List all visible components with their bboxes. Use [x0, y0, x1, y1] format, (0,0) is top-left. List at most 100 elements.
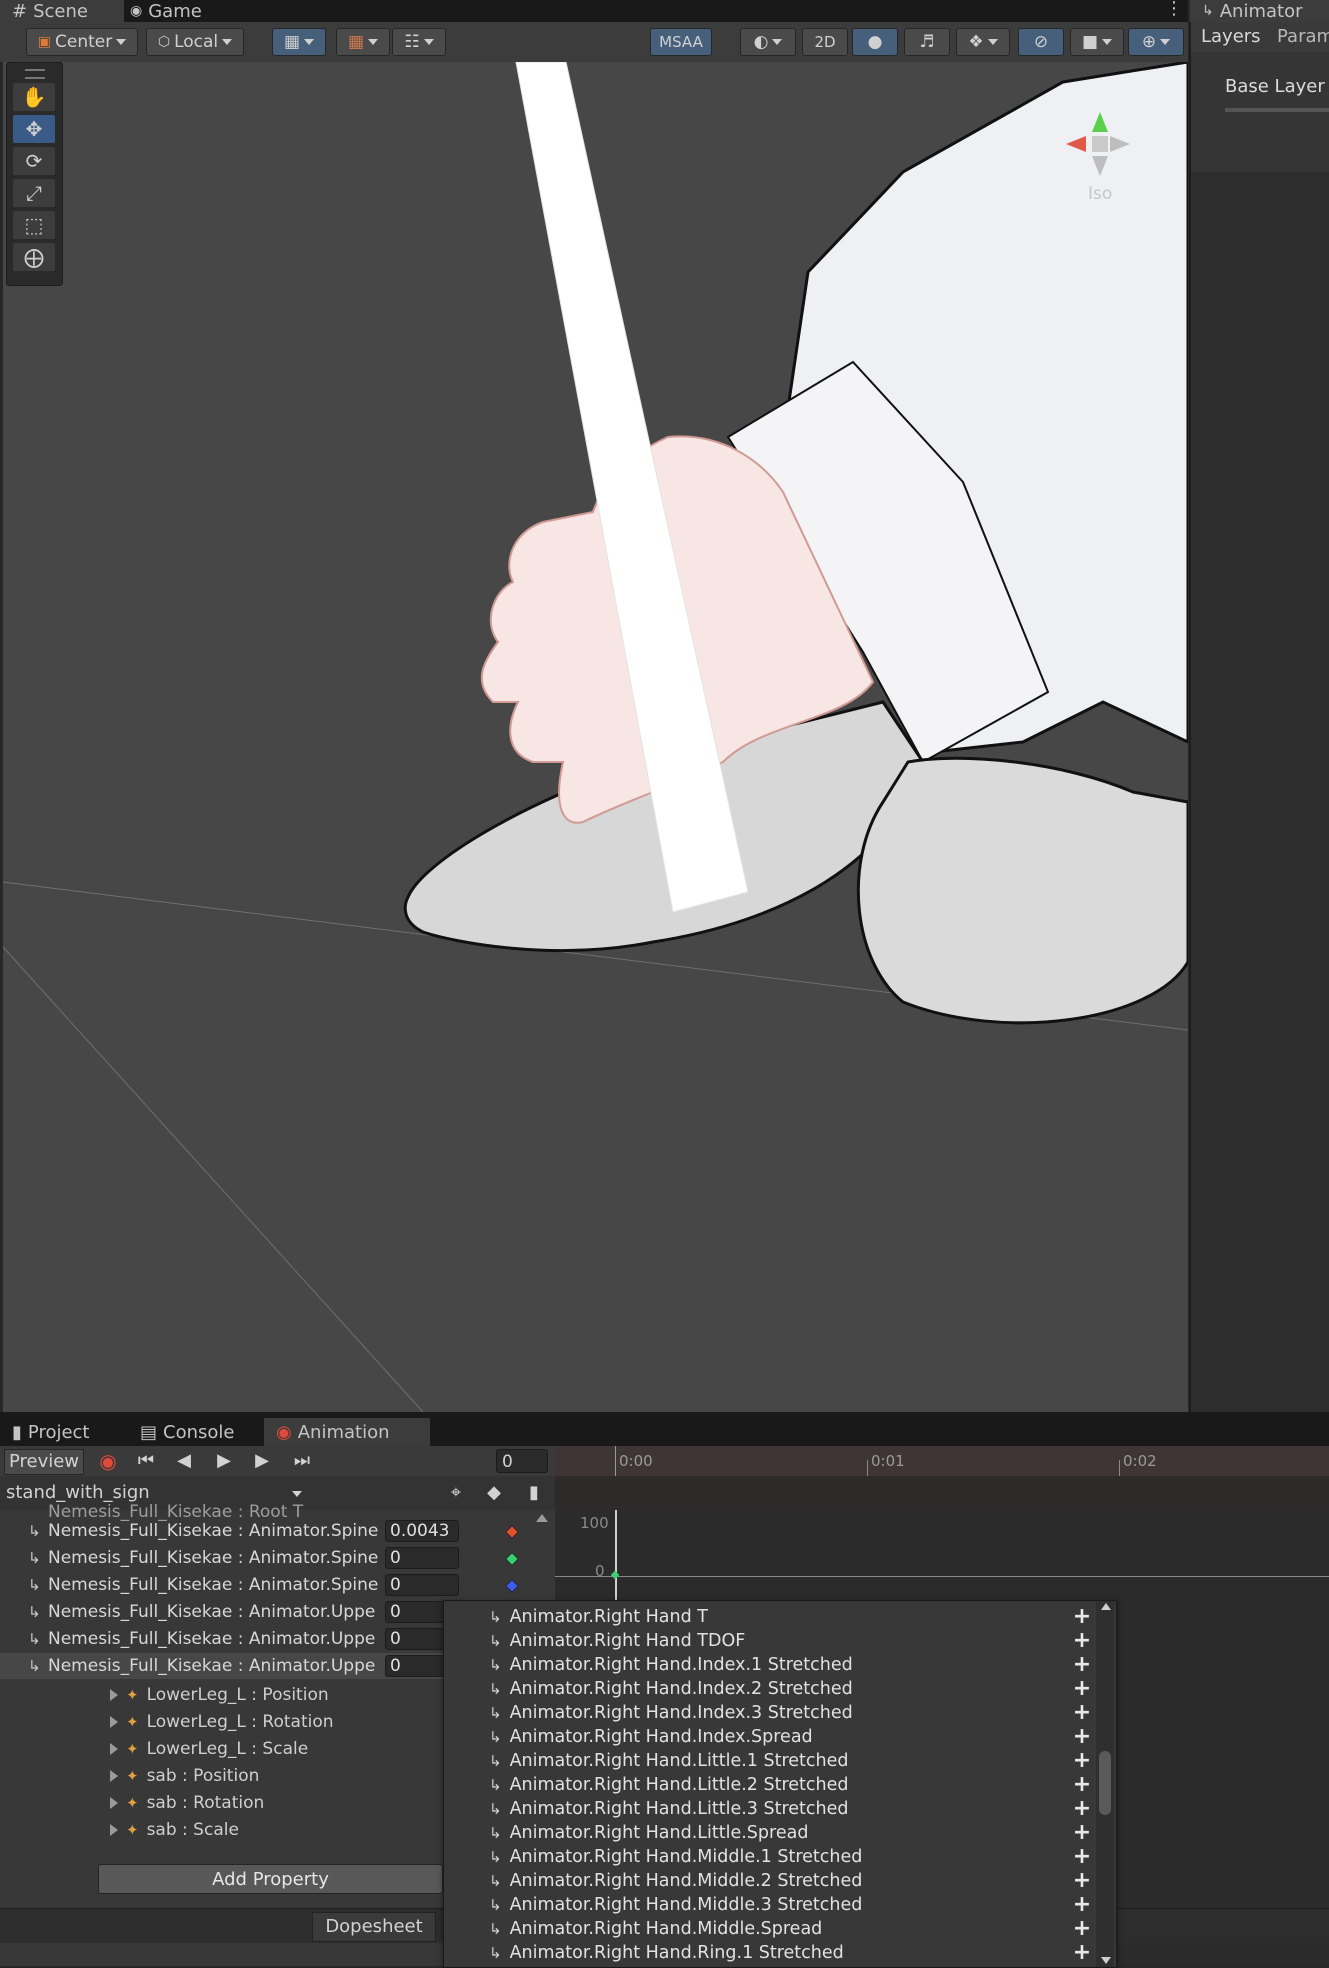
sub-property-row[interactable]: ✦ sab : Scale [110, 1817, 239, 1843]
curve-key[interactable] [610, 1570, 620, 1580]
tab-animator[interactable]: ↳ Animator [1190, 0, 1329, 22]
grid-visibility-toggle[interactable]: ▦ [336, 28, 390, 56]
property-value-field[interactable]: 0 [385, 1547, 459, 1569]
scene-viewport[interactable]: Iso [3, 62, 1188, 1412]
layer-item-base[interactable]: Base Layer [1225, 76, 1325, 97]
add-curve-button[interactable]: + [1072, 1893, 1092, 1917]
expand-arrow-icon[interactable] [110, 1716, 118, 1728]
filter-by-selection-button[interactable]: ⌖ [440, 1480, 472, 1506]
add-curve-button[interactable]: + [1072, 1725, 1092, 1749]
keyframe-icon[interactable] [504, 1551, 520, 1567]
expand-arrow-icon[interactable] [110, 1689, 118, 1701]
add-curve-button[interactable]: + [1072, 1701, 1092, 1725]
keyframe-icon[interactable] [504, 1524, 520, 1540]
dopesheet-button[interactable]: Dopesheet [312, 1912, 436, 1942]
tab-game[interactable]: ◉ Game [118, 0, 242, 22]
add-keyframe-button[interactable]: ◆ [478, 1480, 510, 1506]
expand-arrow-icon[interactable] [110, 1797, 118, 1809]
sub-property-row[interactable]: ✦ sab : Rotation [110, 1790, 264, 1816]
add-curve-button[interactable]: + [1072, 1605, 1092, 1629]
tab-parameters[interactable]: Param [1277, 26, 1329, 47]
last-keyframe-button[interactable]: ⏭ [288, 1449, 316, 1473]
shading-mode-dropdown[interactable]: ◐ [740, 28, 796, 56]
move-tool-button[interactable]: ✥ [13, 115, 55, 143]
dropdown-item[interactable]: ↳ Animator.Right Hand.Middle.1 Stretched [489, 1845, 862, 1869]
dropdown-item[interactable]: ↳ Animator.Right Hand.Little.Spread [489, 1821, 808, 1845]
add-event-button[interactable]: ▮ [518, 1480, 550, 1506]
pivot-space-dropdown[interactable]: ⬡ Local [146, 28, 244, 56]
add-curve-button[interactable]: + [1072, 1749, 1092, 1773]
tab-layers[interactable]: Layers [1201, 26, 1261, 47]
orientation-gizmo[interactable]: Iso [1058, 102, 1138, 212]
dropdown-item[interactable]: ↳ Animator.Right Hand.Little.1 Stretched [489, 1749, 849, 1773]
gizmos-dropdown[interactable]: ⊕ [1128, 28, 1184, 56]
scroll-down-icon[interactable] [1101, 1957, 1111, 1964]
dropdown-item[interactable]: ↳ Animator.Right Hand.Index.3 Stretched [489, 1701, 853, 1725]
add-curve-button[interactable]: + [1072, 1653, 1092, 1677]
tab-scene[interactable]: # Scene [0, 0, 124, 22]
keyframe-icon[interactable] [504, 1578, 520, 1594]
first-keyframe-button[interactable]: ⏮ [132, 1449, 160, 1473]
dropdown-item[interactable]: ↳ Animator.Right Hand.Ring.1 Stretched [489, 1941, 844, 1965]
add-curve-button[interactable]: + [1072, 1629, 1092, 1653]
dropdown-scrollbar[interactable] [1096, 1601, 1114, 1967]
add-property-button[interactable]: Add Property [98, 1864, 443, 1894]
add-curve-button[interactable]: + [1072, 1845, 1092, 1869]
property-value-field[interactable]: 0 [385, 1574, 459, 1596]
lighting-toggle[interactable]: ● [852, 28, 898, 56]
add-curve-button[interactable]: + [1072, 1941, 1092, 1965]
scale-tool-button[interactable]: ⤢ [13, 179, 55, 207]
dropdown-item[interactable]: ↳ Animator.Right Hand.Middle.3 Stretched [489, 1893, 862, 1917]
sub-property-row[interactable]: ✦ LowerLeg_L : Scale [110, 1736, 308, 1762]
tab-animation[interactable]: ◉ Animation [264, 1418, 430, 1446]
grid-snap-toggle[interactable]: ▦ [272, 28, 326, 56]
add-curve-button[interactable]: + [1072, 1773, 1092, 1797]
dropdown-item[interactable]: ↳ Animator.Right Hand.Little.3 Stretched [489, 1797, 849, 1821]
audio-toggle[interactable]: ♬ [904, 28, 950, 56]
pivot-mode-dropdown[interactable]: ▣ Center [26, 28, 138, 56]
sub-property-row[interactable]: ✦ LowerLeg_L : Rotation [110, 1709, 334, 1735]
dropdown-item[interactable]: ↳ Animator.Right Hand.Little.2 Stretched [489, 1773, 849, 1797]
dropdown-item[interactable]: ↳ Animator.Right Hand.Index.2 Stretched [489, 1677, 853, 1701]
property-row[interactable]: ↳ Nemesis_Full_Kisekae : Animator.Spine 0 [0, 1545, 545, 1571]
more-options-icon[interactable]: ⋮ [1164, 0, 1184, 22]
timeline-ruler[interactable]: 0:00 0:01 0:02 [555, 1446, 1329, 1476]
palette-drag-handle[interactable] [25, 69, 45, 79]
tab-console[interactable]: ▤ Console [128, 1418, 272, 1446]
next-keyframe-button[interactable]: ▶ [248, 1449, 276, 1473]
add-curve-button[interactable]: + [1072, 1677, 1092, 1701]
expand-arrow-icon[interactable] [110, 1743, 118, 1755]
msaa-toggle[interactable]: MSAA [650, 28, 712, 56]
preview-toggle[interactable]: Preview [4, 1449, 84, 1475]
playhead[interactable] [615, 1510, 617, 1600]
property-row[interactable]: ↳ Nemesis_Full_Kisekae : Animator.Spine 0 [0, 1572, 545, 1598]
dropdown-item[interactable]: ↳ Animator.Right Hand.Index.Spread [489, 1725, 813, 1749]
expand-arrow-icon[interactable] [110, 1770, 118, 1782]
sub-property-row[interactable]: ✦ sab : Position [110, 1763, 259, 1789]
property-row[interactable]: ↳ Nemesis_Full_Kisekae : Animator.Spine 0.… [0, 1518, 545, 1544]
dropdown-item[interactable]: ↳ Animator.Right Hand.Middle.Spread [489, 1917, 822, 1941]
dropdown-item[interactable]: ↳ Animator.Right Hand.Index.1 Stretched [489, 1653, 853, 1677]
projection-label[interactable]: Iso [1088, 184, 1112, 204]
expand-arrow-icon[interactable] [110, 1824, 118, 1836]
hand-tool-button[interactable]: ✋ [13, 83, 55, 111]
play-button[interactable]: ▶ [210, 1449, 238, 1473]
increment-snap-toggle[interactable]: ☷ [392, 28, 446, 56]
add-curve-button[interactable]: + [1072, 1869, 1092, 1893]
dropdown-item[interactable]: ↳ Animator.Right Hand TDOF [489, 1629, 745, 1653]
event-track[interactable] [555, 1476, 1329, 1510]
transform-tool-button[interactable]: ⨁ [13, 243, 55, 271]
add-curve-button[interactable]: + [1072, 1821, 1092, 1845]
tab-project[interactable]: ▮ Project [0, 1418, 134, 1446]
record-button[interactable]: ◉ [94, 1449, 122, 1473]
add-curve-button[interactable]: + [1072, 1917, 1092, 1941]
property-value-field[interactable]: 0.0043 [385, 1520, 459, 1542]
scrollbar-thumb[interactable] [1099, 1751, 1111, 1815]
effects-dropdown[interactable]: ❖ [956, 28, 1010, 56]
add-curve-button[interactable]: + [1072, 1797, 1092, 1821]
scene-visibility-toggle[interactable]: ⊘ [1018, 28, 1064, 56]
sub-property-row[interactable]: ✦ LowerLeg_L : Position [110, 1682, 329, 1708]
prev-keyframe-button[interactable]: ◀ [170, 1449, 198, 1473]
rect-tool-button[interactable]: ⬚ [13, 211, 55, 239]
rotate-tool-button[interactable]: ⟳ [13, 147, 55, 175]
